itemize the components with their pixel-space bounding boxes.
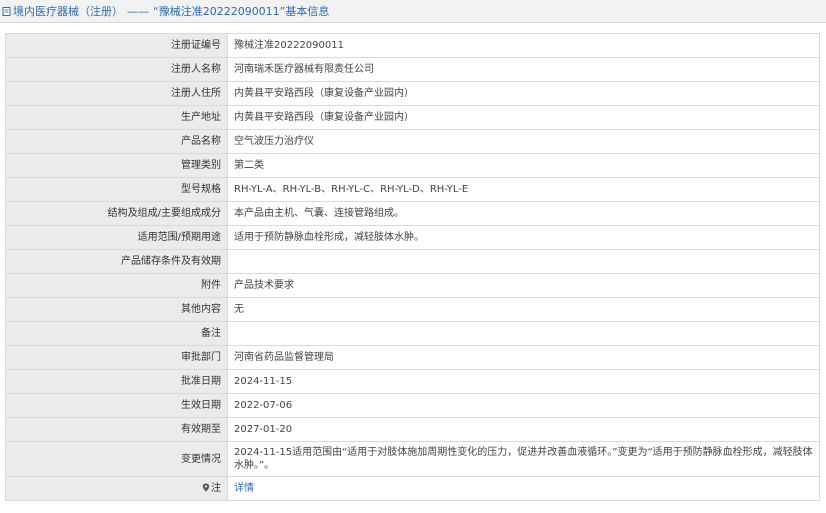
field-label: 附件 [5, 273, 228, 298]
field-value [227, 321, 820, 346]
table-row: 生产地址 内黄县平安路西段（康复设备产业园内） [5, 105, 820, 130]
field-value: 适用于预防静脉血栓形成，减轻肢体水肿。 [227, 225, 820, 250]
footer-label: 注 [211, 483, 221, 494]
details-link[interactable]: 详情 [234, 483, 254, 494]
field-value: 内黄县平安路西段（康复设备产业园内） [227, 105, 820, 130]
field-value: 2024-11-15 [227, 369, 820, 394]
table-row: 适用范围/预期用途 适用于预防静脉血栓形成，减轻肢体水肿。 [5, 225, 820, 250]
table-row: 管理类别 第二类 [5, 153, 820, 178]
field-label: 结构及组成/主要组成成分 [5, 201, 228, 226]
page-title: “豫械注准20222090011”基本信息 [153, 5, 330, 18]
table-row: 型号规格 RH-YL-A、RH-YL-B、RH-YL-C、RH-YL-D、RH-… [5, 177, 820, 202]
field-label: 注册证编号 [5, 33, 228, 58]
field-value: 2027-01-20 [227, 417, 820, 442]
table-row: 审批部门 河南省药品监督管理局 [5, 345, 820, 370]
table-row: 生效日期 2022-07-06 [5, 393, 820, 418]
field-label: 变更情况 [5, 441, 228, 477]
table-row: 注册人住所 内黄县平安路西段（康复设备产业园内） [5, 81, 820, 106]
page: 境内医疗器械（注册） —— “豫械注准20222090011”基本信息 注册证编… [0, 0, 826, 513]
field-label: 审批部门 [5, 345, 228, 370]
field-value: 第二类 [227, 153, 820, 178]
field-value: 河南省药品监督管理局 [227, 345, 820, 370]
location-pin-icon [202, 483, 210, 492]
table-row: 其他内容 无 [5, 297, 820, 322]
table-row: 批准日期 2024-11-15 [5, 369, 820, 394]
field-label: 备注 [5, 321, 228, 346]
table-row: 备注 [5, 321, 820, 346]
field-label: 适用范围/预期用途 [5, 225, 228, 250]
field-label: 其他内容 [5, 297, 228, 322]
field-value: 空气波压力治疗仪 [227, 129, 820, 154]
field-label: 注册人名称 [5, 57, 228, 82]
table-row: 结构及组成/主要组成成分 本产品由主机、气囊、连接管路组成。 [5, 201, 820, 226]
table-row: 注 详情 [5, 476, 820, 501]
table-row: 变更情况 2024-11-15适用范围由“适用于对肢体施加周期性变化的压力，促进… [5, 441, 820, 477]
table-row: 产品名称 空气波压力治疗仪 [5, 129, 820, 154]
field-value: 本产品由主机、气囊、连接管路组成。 [227, 201, 820, 226]
document-icon [2, 6, 11, 16]
field-label: 产品储存条件及有效期 [5, 249, 228, 274]
field-value: 河南瑞禾医疗器械有限责任公司 [227, 57, 820, 82]
field-value: 无 [227, 297, 820, 322]
field-label: 生产地址 [5, 105, 228, 130]
field-value [227, 249, 820, 274]
field-label: 注册人住所 [5, 81, 228, 106]
table-row: 注册人名称 河南瑞禾医疗器械有限责任公司 [5, 57, 820, 82]
field-value: 豫械注准20222090011 [227, 33, 820, 58]
field-label: 型号规格 [5, 177, 228, 202]
table-row: 有效期至 2027-01-20 [5, 417, 820, 442]
footer-label-cell: 注 [5, 476, 228, 501]
field-value: 产品技术要求 [227, 273, 820, 298]
field-value: 内黄县平安路西段（康复设备产业园内） [227, 81, 820, 106]
field-label: 管理类别 [5, 153, 228, 178]
field-label: 有效期至 [5, 417, 228, 442]
footer-value-cell: 详情 [227, 476, 820, 501]
breadcrumb-category-link[interactable]: 境内医疗器械（注册） [13, 3, 123, 19]
field-label: 批准日期 [5, 369, 228, 394]
registration-detail-table: 注册证编号 豫械注准20222090011 注册人名称 河南瑞禾医疗器械有限责任… [5, 33, 820, 501]
field-value: 2024-11-15适用范围由“适用于对肢体施加周期性变化的压力，促进并改善血液… [227, 441, 820, 477]
header-bar: 境内医疗器械（注册） —— “豫械注准20222090011”基本信息 [0, 0, 826, 23]
field-label: 产品名称 [5, 129, 228, 154]
table-row: 注册证编号 豫械注准20222090011 [5, 33, 820, 58]
table-row: 附件 产品技术要求 [5, 273, 820, 298]
breadcrumb-separator: —— [127, 4, 149, 18]
field-value: 2022-07-06 [227, 393, 820, 418]
field-label: 生效日期 [5, 393, 228, 418]
table-row: 产品储存条件及有效期 [5, 249, 820, 274]
field-value: RH-YL-A、RH-YL-B、RH-YL-C、RH-YL-D、RH-YL-E [227, 177, 820, 202]
